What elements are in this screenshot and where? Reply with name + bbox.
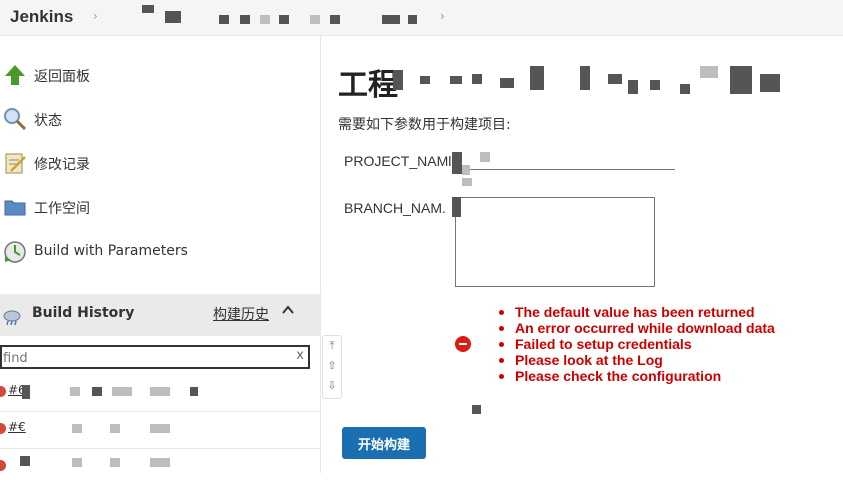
error-message: Please look at the Log (499, 352, 775, 368)
redacted-block (260, 15, 270, 24)
cloud-icon (3, 310, 21, 326)
redacted-block (110, 424, 120, 433)
redacted-block (110, 458, 120, 467)
build-search-box: x (0, 345, 310, 369)
redacted-block (650, 80, 660, 90)
task-build-with-parameters[interactable]: Build with Parameters (0, 235, 320, 269)
redacted-block (450, 76, 462, 84)
scroll-to-top-icon[interactable]: ⤒ (323, 336, 341, 356)
scroll-controls: ⤒ ⇧ ⇩ (322, 335, 342, 399)
redacted-block (393, 70, 403, 90)
parameters-description: 需要如下参数用于构建项目: (338, 117, 511, 133)
redacted-block (500, 78, 514, 88)
task-back-to-dashboard[interactable]: 返回面板 (0, 58, 320, 92)
clear-search-icon[interactable]: x (296, 348, 304, 363)
jenkins-logo-link[interactable]: Jenkins (10, 7, 73, 27)
task-label: 工作空间 (34, 201, 90, 217)
build-history-trend-link[interactable]: 构建历史 (213, 304, 269, 324)
build-history-header: Build History 构建历史 (0, 294, 321, 336)
redacted-block (142, 5, 154, 13)
redacted-block (452, 152, 462, 174)
redacted-block (730, 66, 752, 94)
redacted-block (20, 456, 30, 466)
folder-icon (4, 200, 26, 216)
build-row: #6 (0, 375, 321, 412)
redacted-block (462, 165, 470, 175)
redacted-block (165, 11, 181, 23)
redacted-block (680, 84, 690, 94)
notepad-icon (5, 153, 26, 174)
redacted-block (472, 405, 481, 414)
redacted-block (190, 387, 198, 396)
build-status-icon (0, 386, 6, 397)
build-status-icon (0, 460, 6, 471)
scroll-down-icon[interactable]: ⇩ (323, 376, 341, 396)
redacted-block (452, 197, 461, 217)
redacted-block (330, 15, 340, 24)
redacted-block (472, 74, 482, 84)
redacted-block (72, 458, 82, 467)
page-title: 工程 (338, 68, 398, 103)
redacted-block (150, 387, 170, 396)
task-label: 返回面板 (34, 69, 90, 85)
redacted-block (240, 15, 250, 24)
error-list: The default value has been returned An e… (499, 304, 775, 384)
error-icon (455, 336, 471, 352)
clock-icon (4, 241, 26, 263)
redacted-block (92, 387, 102, 396)
redacted-block (112, 387, 132, 396)
branch-name-textarea[interactable] (455, 197, 655, 287)
param-label-branch-name: BRANCH_NAM. (344, 200, 446, 216)
redacted-block (22, 385, 30, 399)
build-row: #€ (0, 412, 321, 449)
redacted-block (628, 80, 638, 94)
redacted-block (580, 66, 590, 90)
redacted-block (420, 76, 430, 84)
header: Jenkins › › (0, 0, 843, 36)
redacted-block (70, 387, 80, 396)
task-label: Build with Parameters (34, 243, 188, 259)
redacted-block (382, 15, 400, 24)
redacted-block (700, 66, 718, 78)
error-message: The default value has been returned (499, 304, 775, 320)
error-message: Failed to setup credentials (499, 336, 775, 352)
breadcrumb-chevron-icon: › (93, 9, 98, 23)
redacted-block (480, 152, 490, 162)
breadcrumb-chevron-icon: › (440, 9, 445, 23)
scroll-up-icon[interactable]: ⇧ (323, 356, 341, 376)
redacted-block (150, 458, 170, 467)
build-search-input[interactable] (2, 348, 282, 369)
error-panel: The default value has been returned An e… (455, 300, 840, 390)
redacted-block (462, 178, 472, 186)
redacted-block (608, 74, 622, 84)
collapse-caret-icon[interactable] (281, 302, 295, 321)
task-label: 修改记录 (34, 157, 90, 173)
redacted-block (530, 66, 544, 90)
start-build-button[interactable]: 开始构建 (342, 427, 426, 459)
redacted-block (72, 424, 82, 433)
param-label-project-name: PROJECT_NAMl (344, 153, 452, 169)
redacted-block (408, 15, 417, 24)
redacted-block (760, 74, 780, 92)
redacted-block (310, 15, 320, 24)
redacted-block (150, 424, 170, 433)
task-changes[interactable]: 修改记录 (0, 146, 320, 180)
up-arrow-icon (5, 65, 25, 85)
task-workspace[interactable]: 工作空间 (0, 190, 320, 224)
redacted-block (219, 15, 229, 24)
error-message: Please check the configuration (499, 368, 775, 384)
build-row (0, 449, 321, 486)
error-message: An error occurred while download data (499, 320, 775, 336)
task-label: 状态 (34, 113, 62, 129)
search-icon (4, 108, 27, 131)
build-status-icon (0, 423, 6, 434)
task-status[interactable]: 状态 (0, 102, 320, 136)
build-number-link[interactable]: #€ (8, 420, 26, 434)
redacted-block (279, 15, 289, 24)
sidebar: 返回面板 状态 修改记录 工作空间 Build with Parameters (0, 36, 321, 473)
build-history-label: Build History (32, 305, 135, 321)
